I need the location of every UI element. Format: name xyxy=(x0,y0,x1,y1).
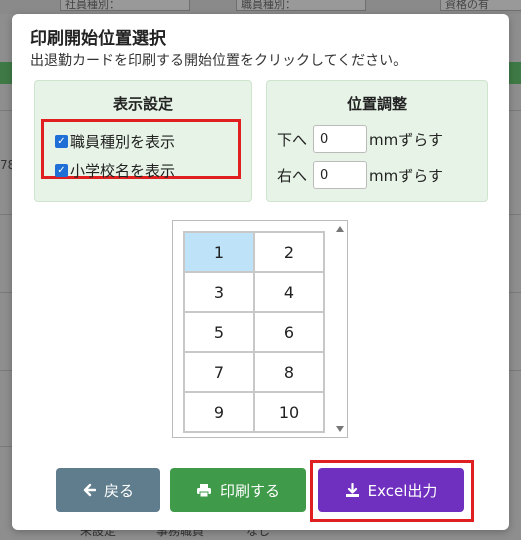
print-button-label: 印刷する xyxy=(219,481,280,500)
adjust-down-input[interactable] xyxy=(313,125,368,153)
adjust-right-row: 右へ mmずらす xyxy=(277,161,443,189)
position-cell[interactable]: 1 xyxy=(183,231,255,273)
print-button[interactable]: 印刷する xyxy=(170,468,306,512)
grid-row: 34 xyxy=(183,271,325,313)
position-cell[interactable]: 9 xyxy=(183,391,255,433)
adjust-right-label: 右へ xyxy=(277,166,308,185)
bg-divider xyxy=(0,446,12,447)
dialog-description: 出退勤カードを印刷する開始位置をクリックしてください。 xyxy=(30,53,408,69)
grid-row: 78 xyxy=(183,351,325,393)
print-position-dialog: 印刷開始位置選択 出退勤カードを印刷する開始位置をクリックしてください。 表示設… xyxy=(12,14,509,530)
adjust-unit-label: mmずらす xyxy=(369,130,443,149)
position-cell[interactable]: 5 xyxy=(183,311,255,353)
bg-divider xyxy=(509,292,521,293)
position-table: 1 2 3 4 5 6 7 8 9 10 xyxy=(183,231,325,433)
arrow-left-icon xyxy=(82,483,96,497)
display-settings-panel: 表示設定 ✓ 職員種別を表示 ✓ 小学校名を表示 xyxy=(34,80,252,202)
dialog-title: 印刷開始位置選択 xyxy=(30,29,166,49)
bg-green-bar xyxy=(509,62,521,84)
bg-header-cell: 職員種別： xyxy=(236,0,366,11)
scroll-down-arrow-icon[interactable] xyxy=(336,426,344,432)
checkbox-label: 職員種別を表示 xyxy=(70,133,176,151)
bg-divider xyxy=(509,214,521,215)
bg-divider xyxy=(0,370,12,371)
adjust-down-label: 下へ xyxy=(277,130,308,149)
position-cell[interactable]: 8 xyxy=(253,351,325,393)
bg-header-cell: 社員種別： xyxy=(60,0,190,11)
scroll-up-arrow-icon[interactable] xyxy=(336,226,344,232)
position-adjust-panel: 位置調整 下へ mmずらす 右へ mmずらす xyxy=(266,80,488,202)
checkbox-label: 小学校名を表示 xyxy=(70,162,176,180)
bg-divider xyxy=(509,110,521,111)
adjust-right-input[interactable] xyxy=(313,161,368,189)
position-cell[interactable]: 2 xyxy=(253,231,325,273)
position-adjust-title: 位置調整 xyxy=(346,95,407,113)
position-cell[interactable]: 7 xyxy=(183,351,255,393)
show-school-name-checkbox[interactable]: ✓ 小学校名を表示 xyxy=(55,160,175,181)
adjust-down-row: 下へ mmずらす xyxy=(277,125,443,153)
position-cell[interactable]: 4 xyxy=(253,271,325,313)
show-staff-type-checkbox[interactable]: ✓ 職員種別を表示 xyxy=(55,131,175,152)
grid-row: 9 10 xyxy=(183,391,325,433)
checkbox-checked-icon[interactable]: ✓ xyxy=(55,135,68,148)
printer-icon xyxy=(196,483,212,498)
bg-divider xyxy=(0,292,12,293)
grid-row: 12 xyxy=(183,231,325,273)
adjust-unit-label: mmずらす xyxy=(369,166,443,185)
display-settings-title: 表示設定 xyxy=(112,95,173,113)
bg-header-cell: 資格の有 xyxy=(440,0,521,11)
bg-green-bar xyxy=(0,62,12,84)
excel-button-highlight-box xyxy=(310,460,474,522)
bg-divider xyxy=(0,214,12,215)
bg-divider xyxy=(509,370,521,371)
bg-divider xyxy=(0,110,12,111)
position-cell[interactable]: 6 xyxy=(253,311,325,353)
position-cell[interactable]: 3 xyxy=(183,271,255,313)
print-position-grid[interactable]: 1 2 3 4 5 6 7 8 9 10 xyxy=(172,220,348,438)
checkbox-checked-icon[interactable]: ✓ xyxy=(55,164,68,177)
grid-row: 56 xyxy=(183,311,325,353)
position-cell[interactable]: 10 xyxy=(253,391,325,433)
back-button[interactable]: 戻る xyxy=(56,468,160,512)
back-button-label: 戻る xyxy=(103,481,134,500)
